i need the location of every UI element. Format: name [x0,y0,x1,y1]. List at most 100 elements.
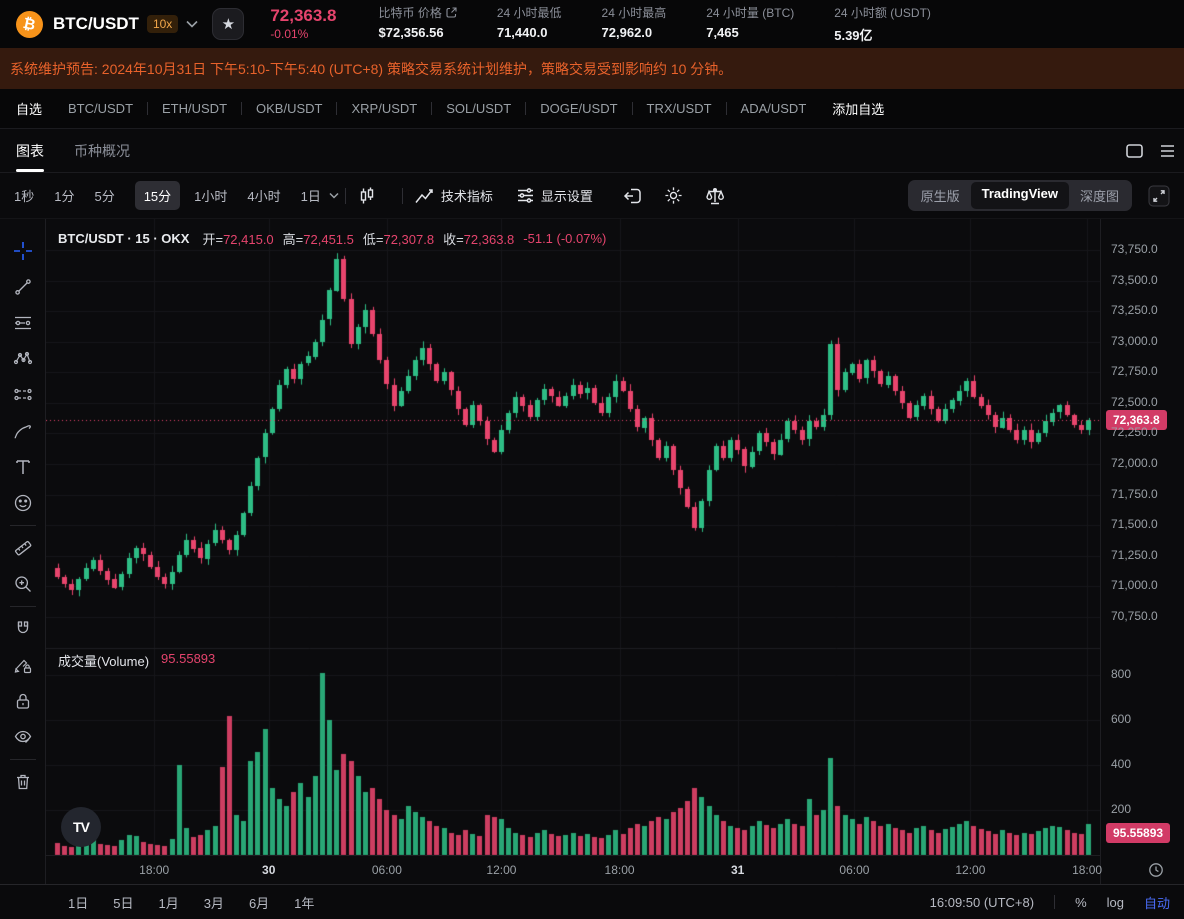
volume-legend-value: 95.55893 [161,651,216,666]
fib-lines-tool[interactable] [0,305,46,341]
legend-item: 低=72,307.8 [363,229,434,248]
interval-5分[interactable]: 5分 [94,186,114,205]
zoom-in-tool[interactable] [0,566,46,602]
tab-chart-label: 图表 [16,142,44,159]
brush-tool[interactable] [0,413,46,449]
tradingview-logo[interactable]: TV [61,807,101,847]
watchlist-pair-ada[interactable]: ADA/USDT [741,101,807,116]
tab-coin-overview[interactable]: 币种概况 [74,141,130,161]
ruler-tool[interactable] [0,530,46,566]
chevron-down-icon[interactable] [186,20,198,28]
chart-toolbar: 1秒 1分 5分 15分 1小时 4小时 1日 技术指标 显示设置 原生版 Tr… [0,173,1184,219]
fullscreen-expand-icon[interactable] [1148,185,1170,207]
external-link-icon[interactable] [446,7,457,18]
watchlist-pair-btc[interactable]: BTC/USDT [68,101,133,116]
emoji-tool[interactable] [0,485,46,521]
price-tick-label: 72,750.0 [1111,364,1158,379]
percent-scale-button[interactable]: % [1075,895,1087,910]
timezone-clock-icon[interactable] [1148,862,1164,878]
mode-tradingview[interactable]: TradingView [970,182,1069,209]
add-favorite-button[interactable]: 添加自选 [832,99,884,118]
range-6月[interactable]: 6月 [249,893,269,912]
last-price: 72,363.8 [270,6,337,26]
volume-legend: 成交量(Volume) 95.55893 [58,651,215,670]
range-1日[interactable]: 1日 [68,893,88,912]
price-axis[interactable]: 72,363.8 95.55893 73,750.0 73,500.0 73,250… [1100,219,1184,884]
divider [525,102,527,115]
stat-label: 比特币 价格 [379,4,457,21]
tab-chart[interactable]: 图表 [16,129,44,172]
hide-drawings-tool[interactable] [0,719,46,755]
range-1月[interactable]: 1月 [158,893,178,912]
auto-scale-button[interactable]: 自动 [1144,893,1170,912]
price-tick-label: 71,500.0 [1111,517,1158,532]
stat-1: 24 小时最低 71,440.0 [497,4,562,44]
watchlist-bar: 自选 BTC/USDT ETH/USDT OKB/USDT XRP/USDT SOL/U… [0,89,1184,129]
price-tick-label: 73,500.0 [1111,272,1158,287]
watchlist-pair-trx[interactable]: TRX/USDT [647,101,712,116]
stat-value: 71,440.0 [496,25,548,40]
legend-title: BTC/USDT · 15 · OKX [58,231,190,246]
time-axis[interactable]: 18:00 30 06:00 12:00 18:00 31 06:00 12:00 18:00 [46,855,1103,884]
legend-value: 72,363.8 [463,232,515,247]
watchlist-pair-doge[interactable]: DOGE/USDT [540,101,617,116]
pair-title: BTC/USDT [53,14,139,33]
chart-settings-gear-icon[interactable] [664,186,683,205]
favorite-star-button[interactable]: ★ [212,8,245,40]
price-tick-label: 73,750.0 [1111,242,1158,256]
price-tick-label: 72,250.0 [1111,425,1158,440]
indicators-button[interactable]: 技术指标 [415,186,493,205]
bar-replay-icon[interactable] [623,187,642,205]
time-tick-label: 06:00 [839,863,870,877]
watchlist-pair-xrp[interactable]: XRP/USDT [351,101,417,116]
interval-1日[interactable]: 1日 [301,186,321,205]
candlestick-chart[interactable] [46,219,1100,884]
watchlist-pair-eth[interactable]: ETH/USDT [162,101,227,116]
display-settings-button[interactable]: 显示设置 [517,186,593,205]
indicators-label: 技术指标 [440,189,493,204]
time-tick-label: 30 [262,863,276,877]
crosshair-tool[interactable] [0,233,46,269]
price-tick-label: 73,000.0 [1111,333,1158,348]
interval-chevron-down-icon[interactable] [329,192,339,199]
interval-4小时[interactable]: 4小时 [247,186,280,205]
menu-icon[interactable] [1161,144,1174,157]
projection-tool[interactable] [0,377,46,413]
divider [1054,895,1056,909]
compare-balance-icon[interactable] [705,187,725,205]
mode-原生版[interactable]: 原生版 [910,182,971,209]
watchlist-pairs: BTC/USDT ETH/USDT OKB/USDT XRP/USDT SOL/USDT… [68,101,806,116]
candlestick-style-icon[interactable] [358,187,376,205]
magnet-tool[interactable] [0,611,46,647]
delete-tool[interactable] [0,764,46,800]
window-layout-icon[interactable] [1126,143,1143,158]
indicator-icon [415,188,433,203]
stat-label: 24 小时最低 [496,6,562,20]
interval-1小时[interactable]: 1小时 [194,186,227,205]
range-3月[interactable]: 3月 [204,893,224,912]
clock[interactable]: 16:09:50 (UTC+8) [930,895,1034,910]
watchlist-pair-okb[interactable]: OKB/USDT [256,101,322,116]
range-1年[interactable]: 1年 [294,893,314,912]
interval-1秒[interactable]: 1秒 [14,186,34,205]
watchlist-tab-favorites[interactable]: 自选 [16,99,42,118]
mode-深度图[interactable]: 深度图 [1069,182,1130,209]
legend-key: 收= [443,232,464,247]
leverage-badge: 10x [146,15,179,33]
lock-tool[interactable] [0,683,46,719]
interval-1分[interactable]: 1分 [54,186,74,205]
range-5日[interactable]: 5日 [113,893,133,912]
watchlist-pair-sol[interactable]: SOL/USDT [446,101,511,116]
view-tabs: 图表 币种概况 [0,129,1184,173]
draw-lock-tool[interactable] [0,647,46,683]
xabcd-pattern-tool[interactable] [0,341,46,377]
text-tool[interactable] [0,449,46,485]
log-scale-button[interactable]: log [1107,895,1124,910]
price-tick-label: 71,750.0 [1111,486,1158,501]
divider [9,525,36,526]
time-tick-label: 18:00 [1072,863,1103,877]
trend-line-tool[interactable] [0,269,46,305]
interval-15分[interactable]: 15分 [134,181,181,210]
active-tab-underline [16,169,44,172]
stat-label: 24 小时量 (BTC) [706,6,795,20]
